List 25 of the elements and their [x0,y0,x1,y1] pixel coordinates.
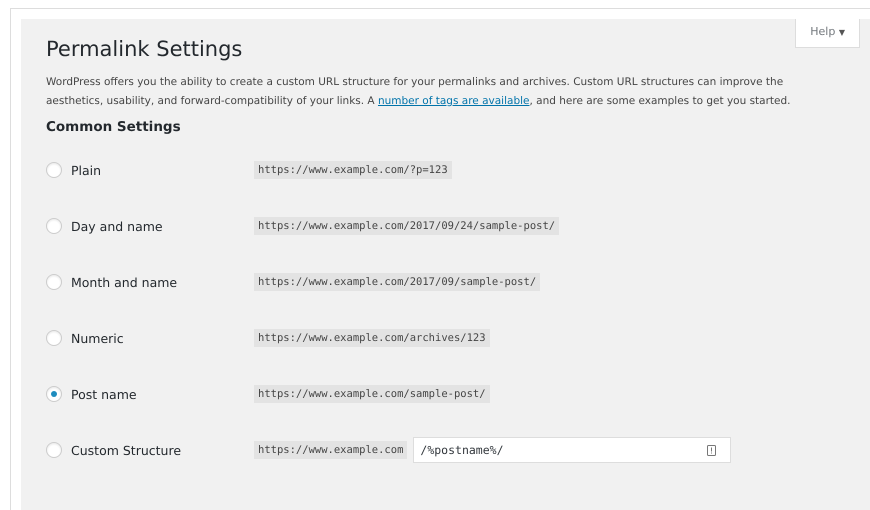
page-title: Permalink Settings [46,37,244,61]
info-icon [707,444,716,456]
tags-link[interactable]: number of tags are available [378,95,530,107]
help-button[interactable]: Help ▼ [795,19,860,48]
url-prefix: https://www.example.com [254,441,408,459]
option-label: Month and name [71,274,178,290]
intro-text: WordPress offers you the ability to create a custom URL structure for your permalinks and archives. Custom URL structures can improve the aesthetics, usability, and forward-compatibility of your links. A number of tags are available, and here are some examples to get you started. [46,75,792,109]
url-example: https://www.example.com/sample-post/ [254,385,490,403]
option-label: Post name [71,386,137,402]
url-example: https://www.example.com/2017/09/sample-post/ [254,273,540,291]
option-label: Numeric [71,330,124,346]
radio-button[interactable] [46,162,62,178]
url-example: https://www.example.com/2017/09/24/sample-post/ [254,217,560,235]
radio-button[interactable] [46,442,62,458]
radio-button[interactable] [46,386,62,402]
section-title: Common Settings [46,119,182,135]
option-label: Plain [71,162,102,178]
radio-button[interactable] [46,330,62,346]
option-label: Custom Structure [71,442,182,458]
url-example: https://www.example.com/archives/123 [254,329,490,347]
option-label: Day and name [71,218,163,234]
radio-button[interactable] [46,218,62,234]
radio-button[interactable] [46,274,62,290]
url-example: https://www.example.com/?p=123 [254,161,452,179]
structure-input[interactable]: /%postname%/ [413,437,732,463]
